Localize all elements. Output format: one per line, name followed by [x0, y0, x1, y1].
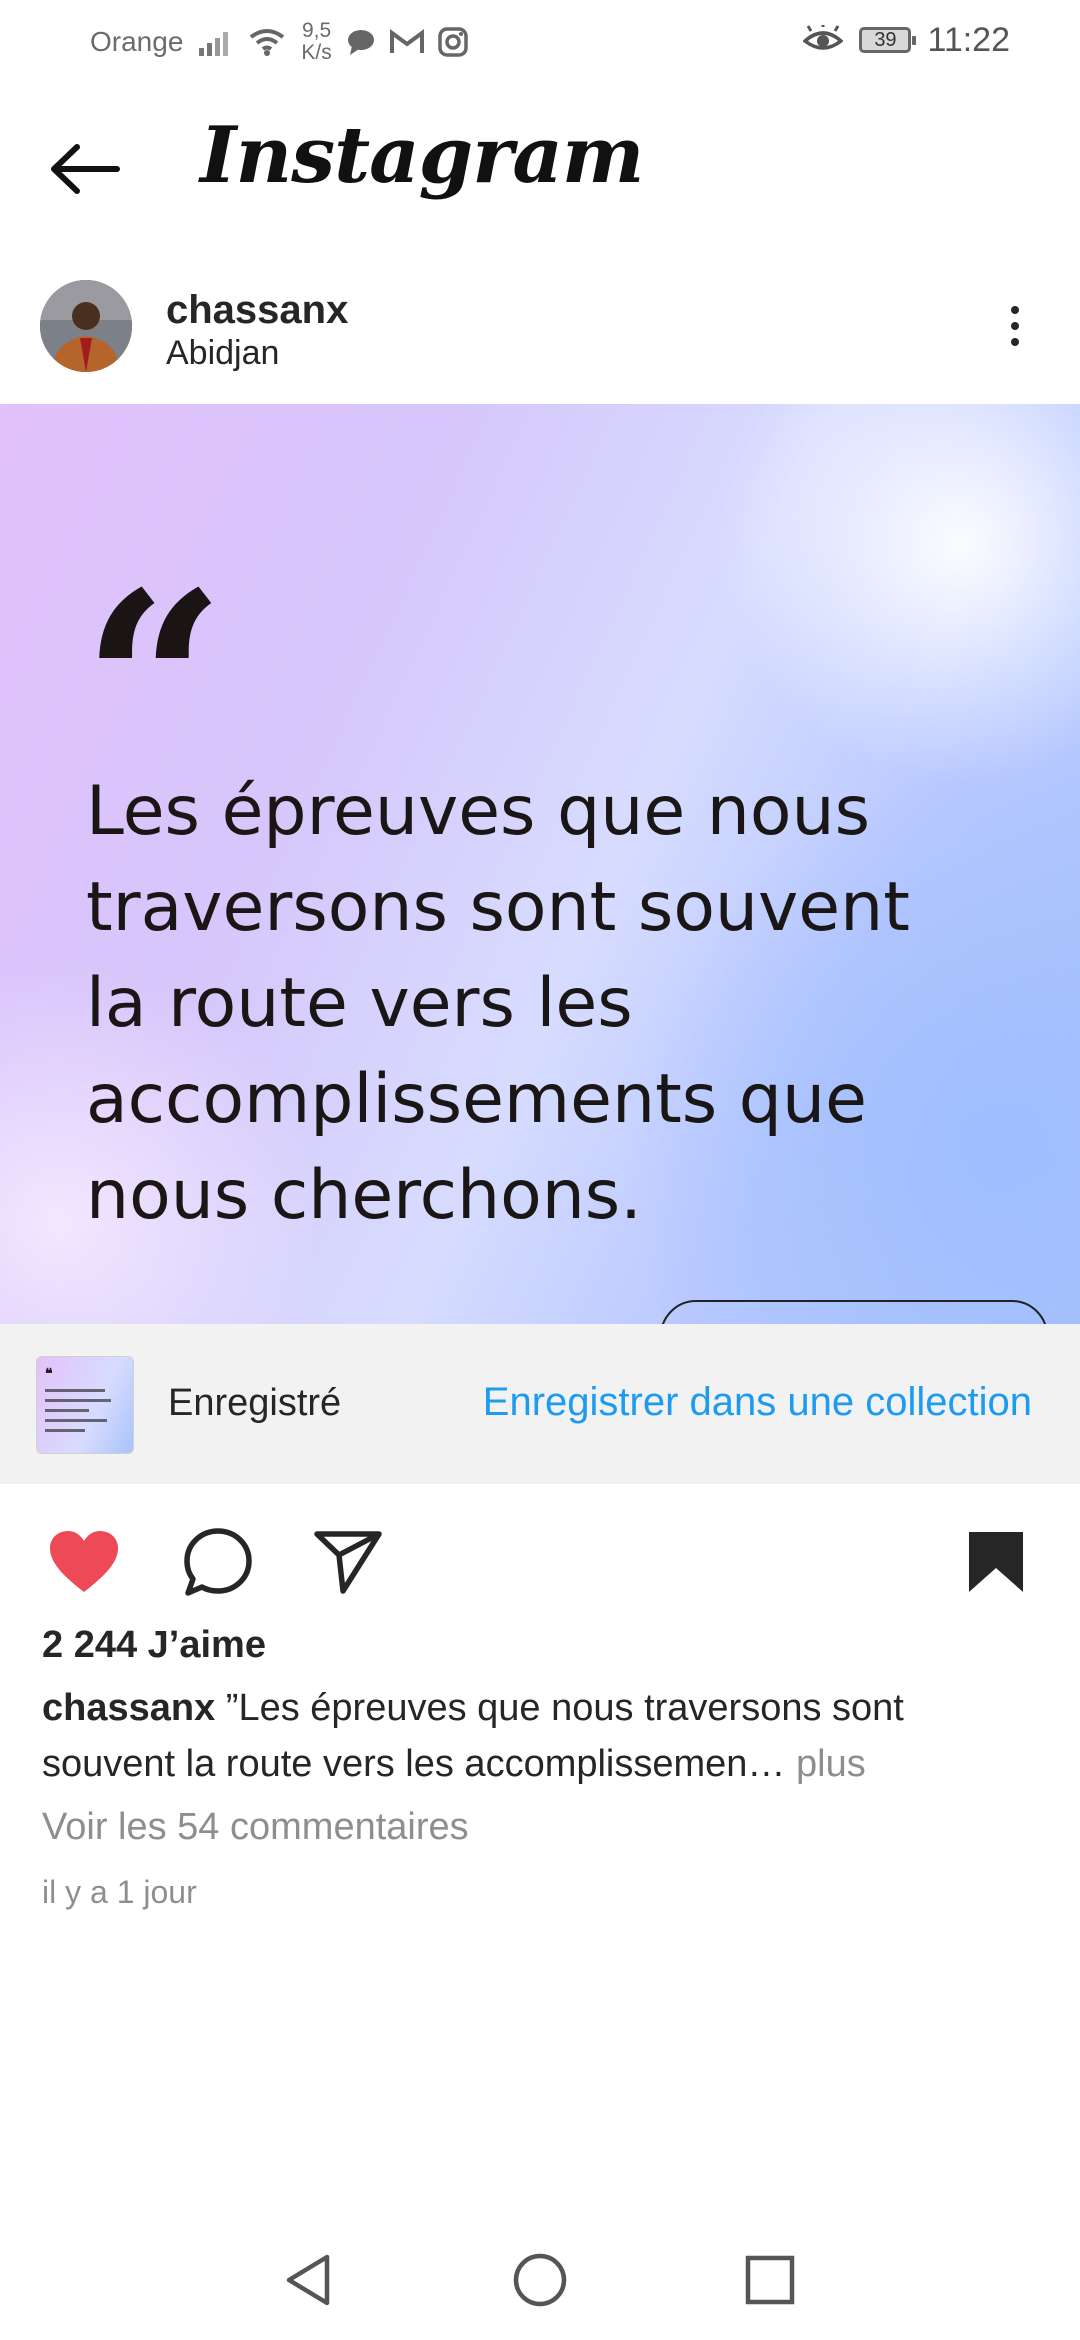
- avatar[interactable]: [40, 280, 132, 372]
- bookmark-icon: [969, 1532, 1023, 1592]
- saved-thumbnail: ❝: [36, 1356, 134, 1454]
- likes-count[interactable]: 2 244 J’aime: [42, 1624, 266, 1667]
- instagram-icon: [438, 27, 468, 57]
- eye-icon: [803, 25, 844, 50]
- back-button[interactable]: [40, 124, 130, 214]
- image-signature-pill: [660, 1300, 1048, 1324]
- carrier-label: Orange: [90, 26, 184, 57]
- thumb-quote-icon: ❝: [45, 1365, 53, 1381]
- net-speed-unit: K/s: [301, 41, 332, 64]
- app-header: Instagram: [0, 84, 1080, 244]
- quote-line: traversons sont souvent: [86, 868, 910, 947]
- share-button[interactable]: [310, 1524, 386, 1600]
- post-caption: chassanx ”Les épreuves que nous traverso…: [42, 1680, 1042, 1792]
- saved-banner: ❝ Enregistré Enregistrer dans une collec…: [0, 1324, 1080, 1484]
- comment-icon: [184, 1528, 252, 1596]
- thumb-line: [45, 1429, 85, 1432]
- thumb-line: [45, 1409, 89, 1412]
- app-logo-title: Instagram: [200, 110, 644, 201]
- caption-more-link[interactable]: plus: [785, 1743, 866, 1785]
- status-right: 39 11:22: [803, 18, 1010, 62]
- wifi-icon: [250, 29, 285, 56]
- clock: 11:22: [927, 20, 1010, 59]
- more-options-button[interactable]: [990, 296, 1040, 356]
- post-timestamp: il y a 1 jour: [42, 1874, 197, 1910]
- gmail-icon: [389, 29, 424, 53]
- post-username[interactable]: chassanx: [166, 288, 348, 333]
- save-to-collection-link[interactable]: Enregistrer dans une collection: [483, 1380, 1032, 1425]
- comment-button[interactable]: [180, 1524, 256, 1600]
- quote-mark-icon: “: [82, 537, 226, 831]
- dot-icon: [1011, 306, 1019, 314]
- arrow-left-icon: [51, 144, 120, 194]
- chat-icon: [347, 30, 374, 55]
- heart-icon: [50, 1531, 118, 1592]
- thumb-line: [45, 1419, 107, 1422]
- net-speed: 9,5 K/s: [301, 20, 331, 64]
- quote-text: Les épreuves que nous traversons sont so…: [86, 764, 966, 1244]
- send-icon: [314, 1531, 382, 1594]
- post-image[interactable]: “ Les épreuves que nous traversons sont …: [0, 404, 1080, 1324]
- caption-username[interactable]: chassanx: [42, 1687, 215, 1729]
- status-left: Orange 9,5 K/s: [90, 20, 468, 64]
- signal-icon: [199, 32, 229, 56]
- quote-line: la route vers les: [86, 964, 633, 1043]
- saved-label: Enregistré: [168, 1382, 342, 1424]
- avatar-image: [40, 280, 132, 372]
- quote-line: nous cherchons.: [86, 1156, 642, 1235]
- quote-line: Les épreuves que nous: [86, 772, 871, 851]
- post-location[interactable]: Abidjan: [166, 334, 279, 373]
- nav-home-button[interactable]: [504, 2244, 576, 2316]
- circle-home-icon: [513, 2253, 567, 2307]
- dot-icon: [1011, 338, 1019, 346]
- view-comments-link[interactable]: Voir les 54 commentaires: [42, 1806, 469, 1849]
- nav-recents-button[interactable]: [734, 2244, 806, 2316]
- post-header: chassanx Abidjan: [0, 268, 1080, 404]
- system-nav-bar: [0, 2220, 1080, 2340]
- save-button[interactable]: [958, 1524, 1034, 1600]
- status-bar: Orange 9,5 K/s 39 11:22: [0, 0, 1080, 84]
- battery-level: 39: [874, 28, 897, 51]
- quote-line: accomplissements que: [86, 1060, 867, 1139]
- dot-icon: [1011, 322, 1019, 330]
- triangle-back-icon: [286, 2254, 330, 2306]
- battery-icon: 39: [859, 27, 917, 53]
- post-actions: [0, 1510, 1080, 1614]
- like-button[interactable]: [46, 1524, 122, 1600]
- net-speed-value: 9,5: [301, 19, 332, 42]
- nav-back-button[interactable]: [272, 2244, 344, 2316]
- square-recents-icon: [745, 2255, 795, 2305]
- thumb-line: [45, 1389, 105, 1392]
- thumb-line: [45, 1399, 111, 1402]
